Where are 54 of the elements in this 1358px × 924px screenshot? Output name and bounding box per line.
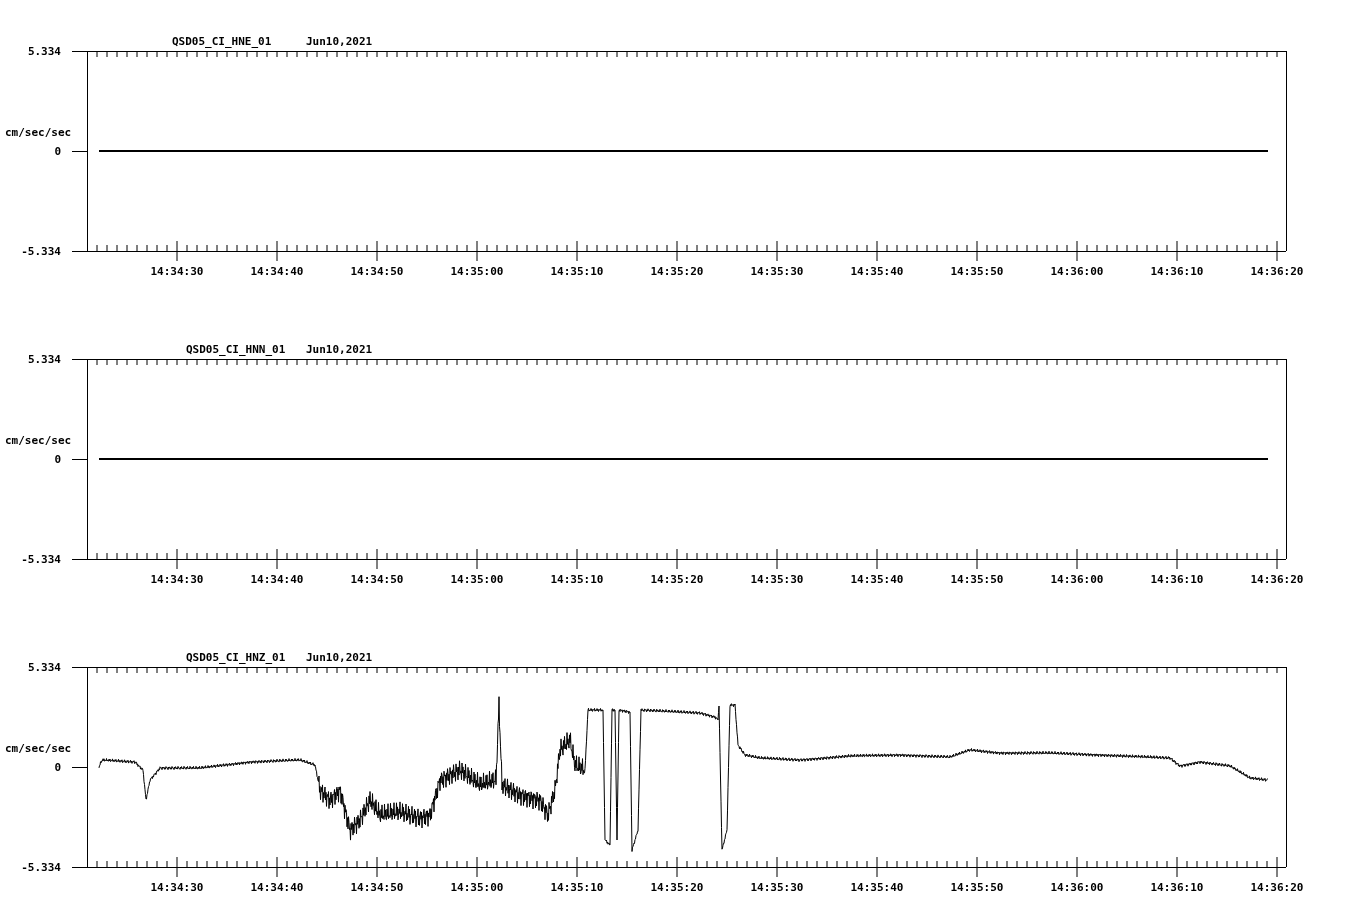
x-tick-label: 14:35:00	[450, 573, 504, 586]
x-tick-label: 14:35:30	[750, 573, 804, 586]
x-tick-label: 14:35:50	[950, 573, 1004, 586]
panel-date: Jun10,2021	[306, 343, 373, 356]
x-tick-label: 14:35:20	[650, 573, 704, 586]
x-tick-label: 14:35:20	[650, 881, 704, 894]
panel-title: QSD05_CI_HNN_01	[186, 343, 286, 356]
x-tick-label: 14:36:10	[1150, 573, 1204, 586]
x-tick-label: 14:34:30	[150, 265, 204, 278]
y-tick-label: 5.334	[27, 45, 61, 58]
y-axis-label: cm/sec/sec	[5, 126, 72, 139]
x-tick-label: 14:34:50	[350, 881, 404, 894]
y-tick-label: 0	[54, 761, 61, 774]
x-tick-label: 14:35:50	[950, 881, 1004, 894]
y-tick-label: 5.334	[27, 661, 61, 674]
x-tick-label: 14:35:00	[450, 881, 504, 894]
x-tick-label: 14:36:10	[1150, 881, 1204, 894]
x-tick-label: 14:35:10	[550, 265, 604, 278]
x-tick-label: 14:35:10	[550, 573, 604, 586]
x-tick-label: 14:36:20	[1250, 573, 1304, 586]
x-tick-label: 14:36:00	[1050, 573, 1104, 586]
x-tick-label: 14:34:40	[250, 265, 304, 278]
x-tick-label: 14:35:40	[850, 265, 904, 278]
x-tick-label: 14:34:50	[350, 265, 404, 278]
panel-date: Jun10,2021	[306, 35, 373, 48]
x-tick-label: 14:36:20	[1250, 881, 1304, 894]
x-tick-label: 14:35:50	[950, 265, 1004, 278]
x-tick-label: 14:34:40	[250, 573, 304, 586]
x-tick-label: 14:35:00	[450, 265, 504, 278]
panel-date: Jun10,2021	[306, 651, 373, 664]
x-tick-label: 14:35:30	[750, 265, 804, 278]
x-tick-label: 14:35:40	[850, 573, 904, 586]
x-tick-label: 14:36:10	[1150, 265, 1204, 278]
panel-title: QSD05_CI_HNZ_01	[186, 651, 286, 664]
y-tick-label: -5.334	[21, 245, 61, 258]
x-tick-label: 14:35:10	[550, 881, 604, 894]
x-tick-label: 14:35:20	[650, 265, 704, 278]
panel-title: QSD05_CI_HNE_01	[172, 35, 272, 48]
y-tick-label: 5.334	[27, 353, 61, 366]
x-tick-label: 14:34:50	[350, 573, 404, 586]
y-tick-label: -5.334	[21, 553, 61, 566]
y-axis-label: cm/sec/sec	[5, 434, 72, 447]
x-tick-label: 14:36:00	[1050, 881, 1104, 894]
x-tick-label: 14:36:20	[1250, 265, 1304, 278]
x-tick-label: 14:35:30	[750, 881, 804, 894]
y-tick-label: 0	[54, 145, 61, 158]
x-tick-label: 14:35:40	[850, 881, 904, 894]
x-tick-label: 14:36:00	[1050, 265, 1104, 278]
x-tick-label: 14:34:30	[150, 881, 204, 894]
y-tick-label: -5.334	[21, 861, 61, 874]
x-tick-label: 14:34:30	[150, 573, 204, 586]
y-tick-label: 0	[54, 453, 61, 466]
x-tick-label: 14:34:40	[250, 881, 304, 894]
y-axis-label: cm/sec/sec	[5, 742, 72, 755]
